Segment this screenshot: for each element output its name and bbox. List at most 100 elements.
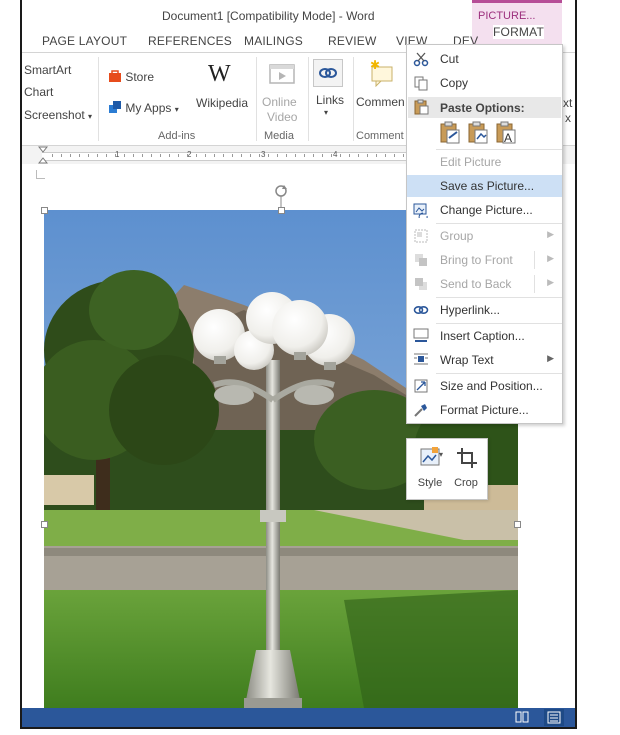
my-apps-icon xyxy=(109,101,121,113)
ruler-tick xyxy=(61,154,62,157)
ruler-tick xyxy=(79,154,80,157)
ruler-tick xyxy=(403,154,404,157)
tab-page-layout[interactable]: PAGE LAYOUT xyxy=(42,34,127,48)
menu-item-wrap-text[interactable]: Wrap Text ▶ xyxy=(407,349,562,371)
my-apps-button[interactable]: My Apps ▾ xyxy=(108,100,179,115)
print-layout-button[interactable] xyxy=(544,709,564,726)
submenu-arrow-icon: ▶ xyxy=(547,253,554,263)
chart-button[interactable]: Chart xyxy=(24,85,53,99)
menu-item-bring-to-front[interactable]: Bring to Front ▶ xyxy=(407,249,562,271)
resize-handle[interactable] xyxy=(41,521,48,528)
text-box-label-partial: xt xyxy=(563,96,573,110)
media-group-label: Media xyxy=(264,130,294,142)
menu-label: Copy xyxy=(440,76,469,90)
online-video-line2: Video xyxy=(267,110,298,124)
ruler-tick xyxy=(304,154,305,157)
menu-label: Cut xyxy=(440,52,459,66)
tab-review[interactable]: REVIEW xyxy=(328,34,377,48)
comment-button[interactable]: Commen xyxy=(356,95,405,109)
svg-text:▾: ▾ xyxy=(439,450,443,459)
tab-format[interactable]: FORMAT xyxy=(493,25,544,39)
menu-item-save-as-picture[interactable]: Save as Picture... xyxy=(407,175,562,197)
mini-toolbar: ▾ Style Crop xyxy=(406,438,488,500)
menu-label: Hyperlink... xyxy=(440,303,501,317)
resize-handle[interactable] xyxy=(278,207,285,214)
screenshot-button[interactable]: Screenshot ▾ xyxy=(24,108,92,122)
ruler-tick xyxy=(214,154,215,157)
paste-options-label: Paste Options: xyxy=(440,101,525,115)
status-bar xyxy=(22,708,575,727)
style-button[interactable]: ▾ Style xyxy=(411,445,449,495)
ruler-tick xyxy=(277,154,278,157)
menu-separator xyxy=(436,373,562,374)
links-label: Links xyxy=(316,93,345,107)
indent-marker-icon[interactable] xyxy=(38,146,48,164)
menu-label: Save as Picture... xyxy=(440,179,535,193)
link-icon xyxy=(319,68,337,78)
menu-item-size-position[interactable]: Size and Position... xyxy=(407,375,562,397)
submenu-arrow-icon: ▶ xyxy=(547,229,554,239)
ruler-tick xyxy=(367,154,368,157)
bring-to-front-icon xyxy=(415,254,427,266)
ruler-tick xyxy=(88,154,89,157)
menu-item-cut[interactable]: Cut xyxy=(407,48,562,70)
hyperlink-icon xyxy=(413,306,429,315)
resize-handle[interactable] xyxy=(41,207,48,214)
ruler-tick xyxy=(250,154,251,157)
ruler-tick xyxy=(70,154,71,157)
menu-label: Wrap Text xyxy=(440,353,494,367)
ruler-tick xyxy=(313,154,314,157)
insert-caption-icon xyxy=(413,328,429,342)
ruler-tick xyxy=(151,154,152,157)
menu-label: Format Picture... xyxy=(440,403,529,417)
ruler-number: 3 xyxy=(261,150,266,159)
paste-keep-source-icon[interactable] xyxy=(439,121,461,145)
smartart-button[interactable]: SmartArt xyxy=(24,63,71,77)
ruler-tick xyxy=(106,154,107,157)
crop-button[interactable]: Crop xyxy=(447,445,485,495)
menu-item-edit-picture[interactable]: Edit Picture xyxy=(407,151,562,173)
menu-separator xyxy=(436,149,562,150)
addins-group-label: Add-ins xyxy=(158,130,196,142)
tab-references[interactable]: REFERENCES xyxy=(148,34,232,48)
group-icon xyxy=(414,229,428,243)
menu-item-format-picture[interactable]: Format Picture... xyxy=(407,399,562,421)
ribbon-separator xyxy=(98,57,99,141)
style-label: Style xyxy=(417,477,443,489)
svg-text:✱: ✱ xyxy=(370,59,380,72)
ruler-tick xyxy=(376,154,377,157)
submenu-arrow-icon: ▶ xyxy=(547,277,554,287)
menu-item-change-picture[interactable]: Change Picture... xyxy=(407,199,562,221)
svg-text:A: A xyxy=(504,131,512,145)
menu-item-copy[interactable]: Copy xyxy=(407,72,562,94)
paste-picture-icon[interactable] xyxy=(467,121,489,145)
ruler-tick xyxy=(196,154,197,157)
menu-item-hyperlink[interactable]: Hyperlink... xyxy=(407,299,562,321)
menu-separator xyxy=(436,297,562,298)
online-video-line1[interactable]: Online xyxy=(262,95,297,109)
ruler-tick xyxy=(187,154,188,157)
ruler-tick xyxy=(142,154,143,157)
wikipedia-icon: W xyxy=(208,61,231,87)
ribbon-separator xyxy=(256,57,257,141)
chevron-down-icon: ▾ xyxy=(324,108,329,117)
menu-item-group[interactable]: Group ▶ xyxy=(407,225,562,247)
wikipedia-button[interactable]: Wikipedia xyxy=(196,96,248,110)
new-comment-icon: ✱ xyxy=(370,59,393,87)
menu-item-send-to-back[interactable]: Send to Back ▶ xyxy=(407,273,562,295)
split-separator xyxy=(534,275,535,293)
picture-style-icon: ▾ xyxy=(420,447,443,466)
tab-mailings[interactable]: MAILINGS xyxy=(244,34,303,48)
ruler-tick xyxy=(97,154,98,157)
resize-handle[interactable] xyxy=(514,521,521,528)
paste-text-only-icon[interactable]: A xyxy=(495,121,517,145)
menu-item-insert-caption[interactable]: Insert Caption... xyxy=(407,325,562,347)
ruler-tick xyxy=(160,154,161,157)
links-button[interactable] xyxy=(313,59,343,87)
store-label: Store xyxy=(125,70,155,84)
read-mode-icon[interactable] xyxy=(515,711,529,723)
ruler-tick xyxy=(394,154,395,157)
ribbon-separator xyxy=(353,57,354,141)
store-button[interactable]: Store xyxy=(108,69,154,84)
print-layout-icon xyxy=(547,711,561,724)
